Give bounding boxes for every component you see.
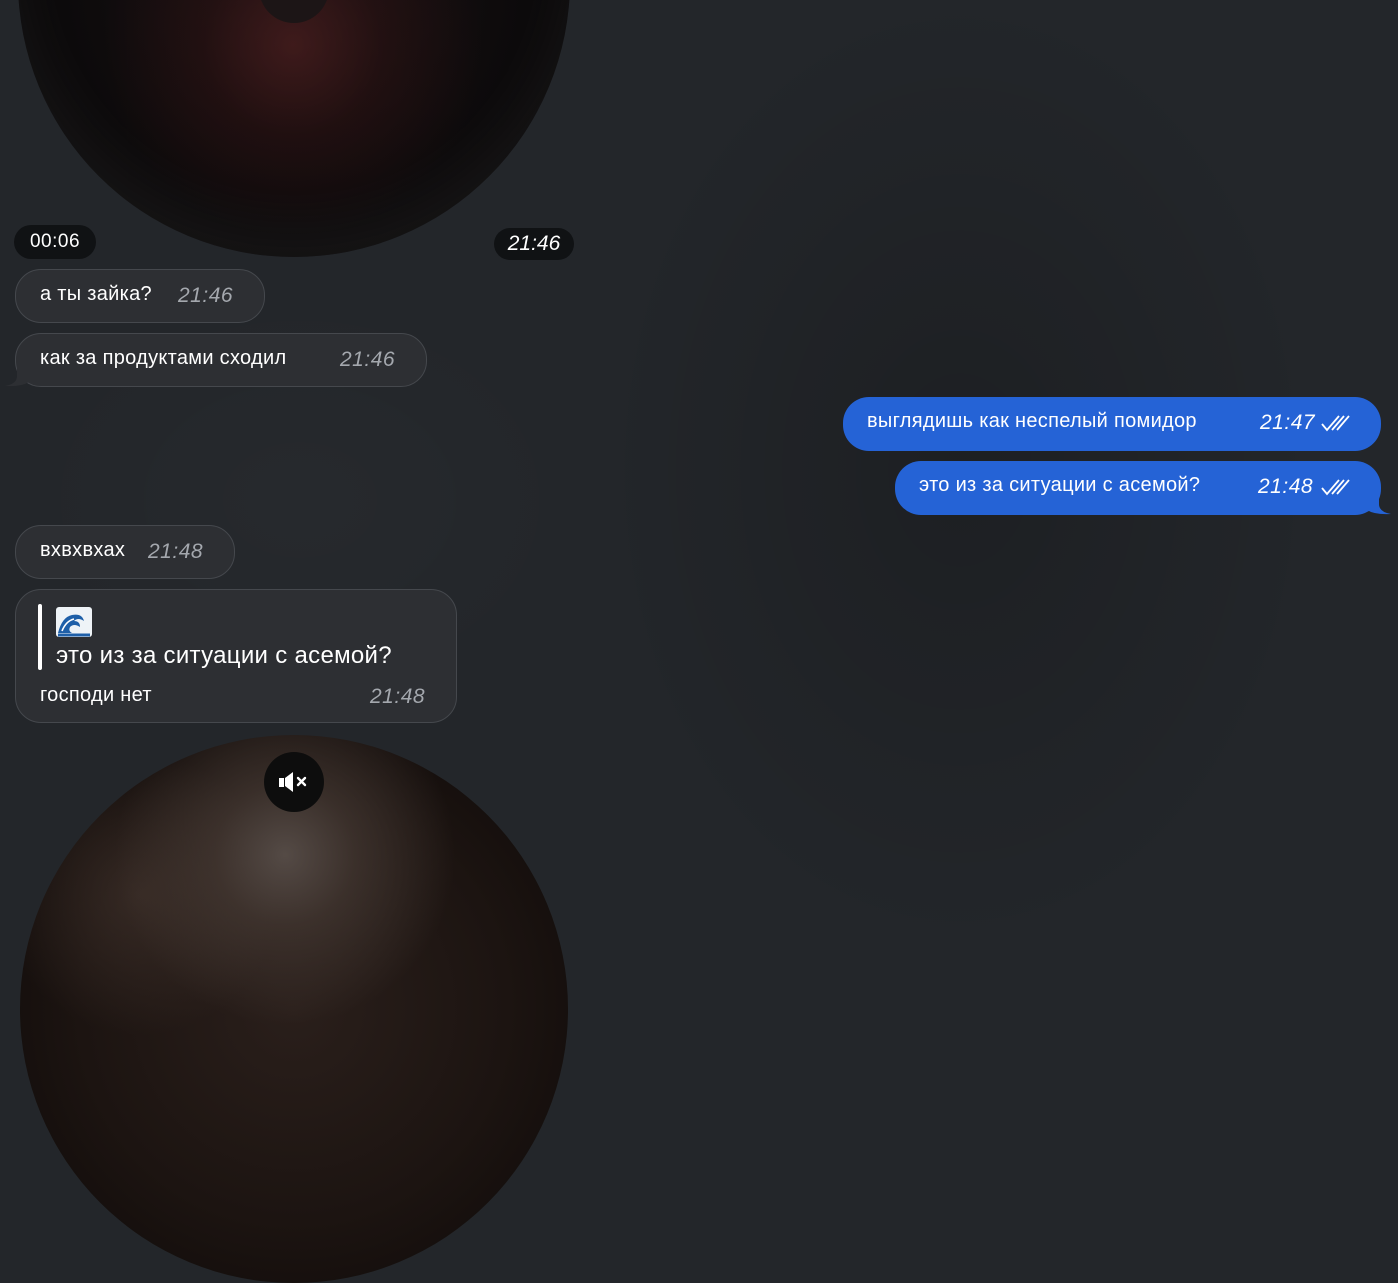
message-time: 21:48 [370,685,426,708]
video-message-top[interactable] [18,0,570,257]
message-text: выглядишь как неспелый помидор [867,410,1197,432]
bubble-tail-outgoing [1367,490,1391,515]
message-text: господи нет [40,684,152,706]
double-check-icon [1321,479,1350,496]
message-text: а ты зайка? [40,283,152,305]
video-duration-badge: 00:06 [14,225,96,259]
video-time: 21:46 [507,232,561,255]
message-time: 21:48 [148,540,204,563]
quoted-message-text: это из за ситуации с асемой? [56,642,392,669]
message-bubble-incoming[interactable]: вхвхвхах 21:48 [15,525,235,579]
wave-emoji-icon [56,607,92,637]
double-check-icon [1321,415,1350,432]
message-bubble-outgoing[interactable]: выглядишь как неспелый помидор 21:47 [843,397,1381,451]
bubble-tail-incoming [5,362,29,387]
message-bubble-outgoing[interactable]: это из за ситуации с асемой? 21:48 [895,461,1381,515]
reply-message-bubble[interactable]: это из за ситуации с асемой? господи нет… [15,589,457,723]
message-time: 21:46 [178,284,234,307]
message-text: вхвхвхах [40,539,126,561]
message-bubble-incoming[interactable]: а ты зайка? 21:46 [15,269,265,323]
message-time: 21:48 [1258,475,1314,498]
message-time: 21:47 [1260,411,1316,434]
mute-button[interactable] [264,752,324,812]
quote-bar [38,604,42,670]
speaker-muted-icon [279,772,307,792]
message-bubble-incoming[interactable]: как за продуктами сходил 21:46 [15,333,427,387]
message-text: это из за ситуации с асемой? [919,474,1201,496]
message-text: как за продуктами сходил [40,347,287,369]
video-message-bottom[interactable] [20,735,568,1283]
video-duration: 00:06 [29,231,81,252]
message-time: 21:46 [340,348,396,371]
video-time-badge: 21:46 [494,228,574,260]
video-overlay-button [259,0,329,23]
